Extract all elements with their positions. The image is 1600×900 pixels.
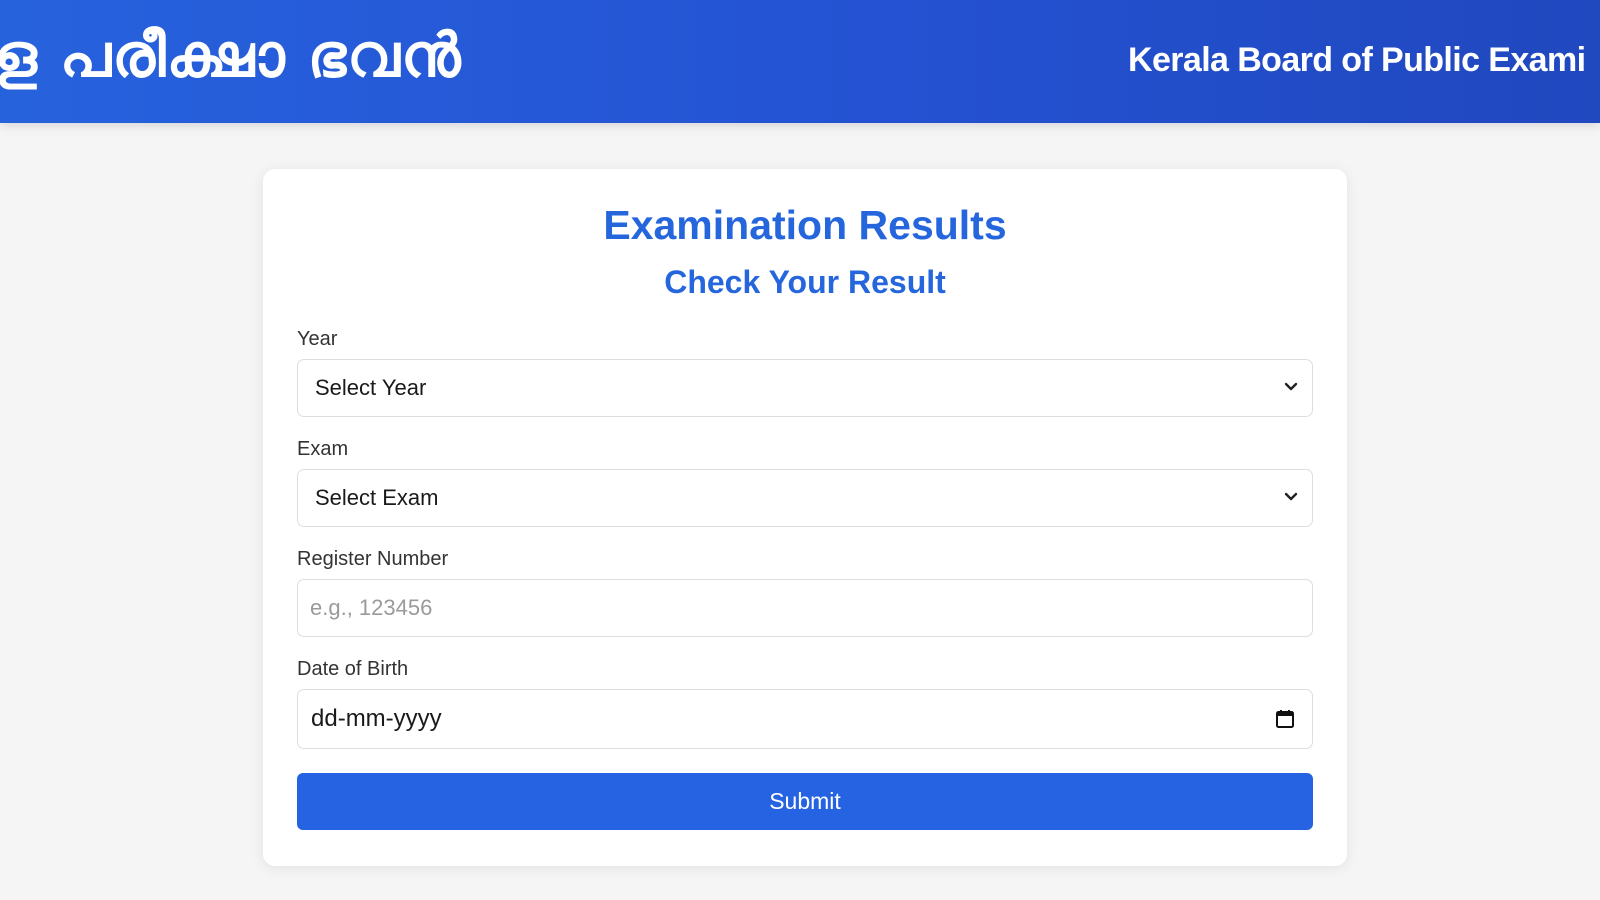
chevron-down-icon [1284,382,1298,391]
date-of-birth-value: dd-mm-yyyy [311,705,442,732]
exam-label: Exam [297,438,349,460]
date-of-birth-label: Date of Birth [297,658,409,680]
page-subtitle: Check Your Result [664,264,946,300]
year-select[interactable]: Select Year [297,359,1313,417]
site-header: ള പരീക്ഷാ ഭവൻ Kerala Board of Public Exa… [0,0,1600,123]
chevron-down-icon [1284,492,1298,501]
submit-button[interactable]: Submit [297,773,1313,830]
exam-select-value: Select Exam [315,485,439,510]
register-number-label: Register Number [297,548,449,570]
result-form-card: Examination Results Check Your Result Ye… [263,169,1347,866]
register-number-input[interactable]: e.g., 123456 [297,579,1313,637]
header-title-malayalam: ള പരീക്ഷാ ഭവൻ [0,21,462,91]
page-title: Examination Results [603,202,1007,248]
year-select-value: Select Year [315,375,427,400]
register-number-placeholder: e.g., 123456 [310,595,433,620]
year-label: Year [297,328,338,350]
date-of-birth-input[interactable]: dd-mm-yyyy [297,689,1313,749]
header-title-english: Kerala Board of Public Exami [1128,41,1586,79]
exam-select[interactable]: Select Exam [297,469,1313,527]
calendar-icon[interactable] [1274,708,1296,730]
